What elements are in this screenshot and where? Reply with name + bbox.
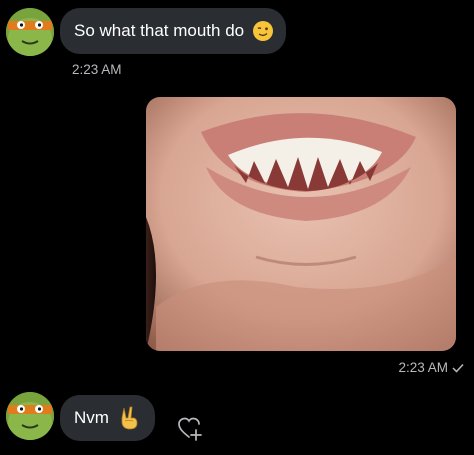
sender-avatar[interactable] — [6, 392, 54, 440]
message-text: So what that mouth do — [74, 21, 245, 40]
mouth-photo-image — [146, 97, 456, 351]
media-timestamp-row: 2:23 AM — [398, 360, 464, 375]
add-reaction-icon — [178, 417, 202, 441]
sender-avatar[interactable] — [6, 8, 54, 56]
add-reaction-button[interactable] — [174, 413, 204, 443]
sent-photo[interactable] — [146, 97, 456, 351]
peace-hand-emoji-icon — [121, 406, 138, 430]
wink-emoji-icon — [253, 21, 274, 41]
check-icon — [452, 363, 464, 373]
message-timestamp: 2:23 AM — [72, 62, 122, 77]
incoming-reply-bubble[interactable]: Nvm — [60, 395, 155, 441]
reply-text: Nvm — [74, 408, 109, 427]
incoming-message-bubble[interactable]: So what that mouth do — [60, 8, 287, 54]
turtle-avatar-icon — [6, 8, 54, 56]
turtle-avatar-icon — [6, 392, 54, 440]
media-timestamp: 2:23 AM — [398, 360, 448, 375]
